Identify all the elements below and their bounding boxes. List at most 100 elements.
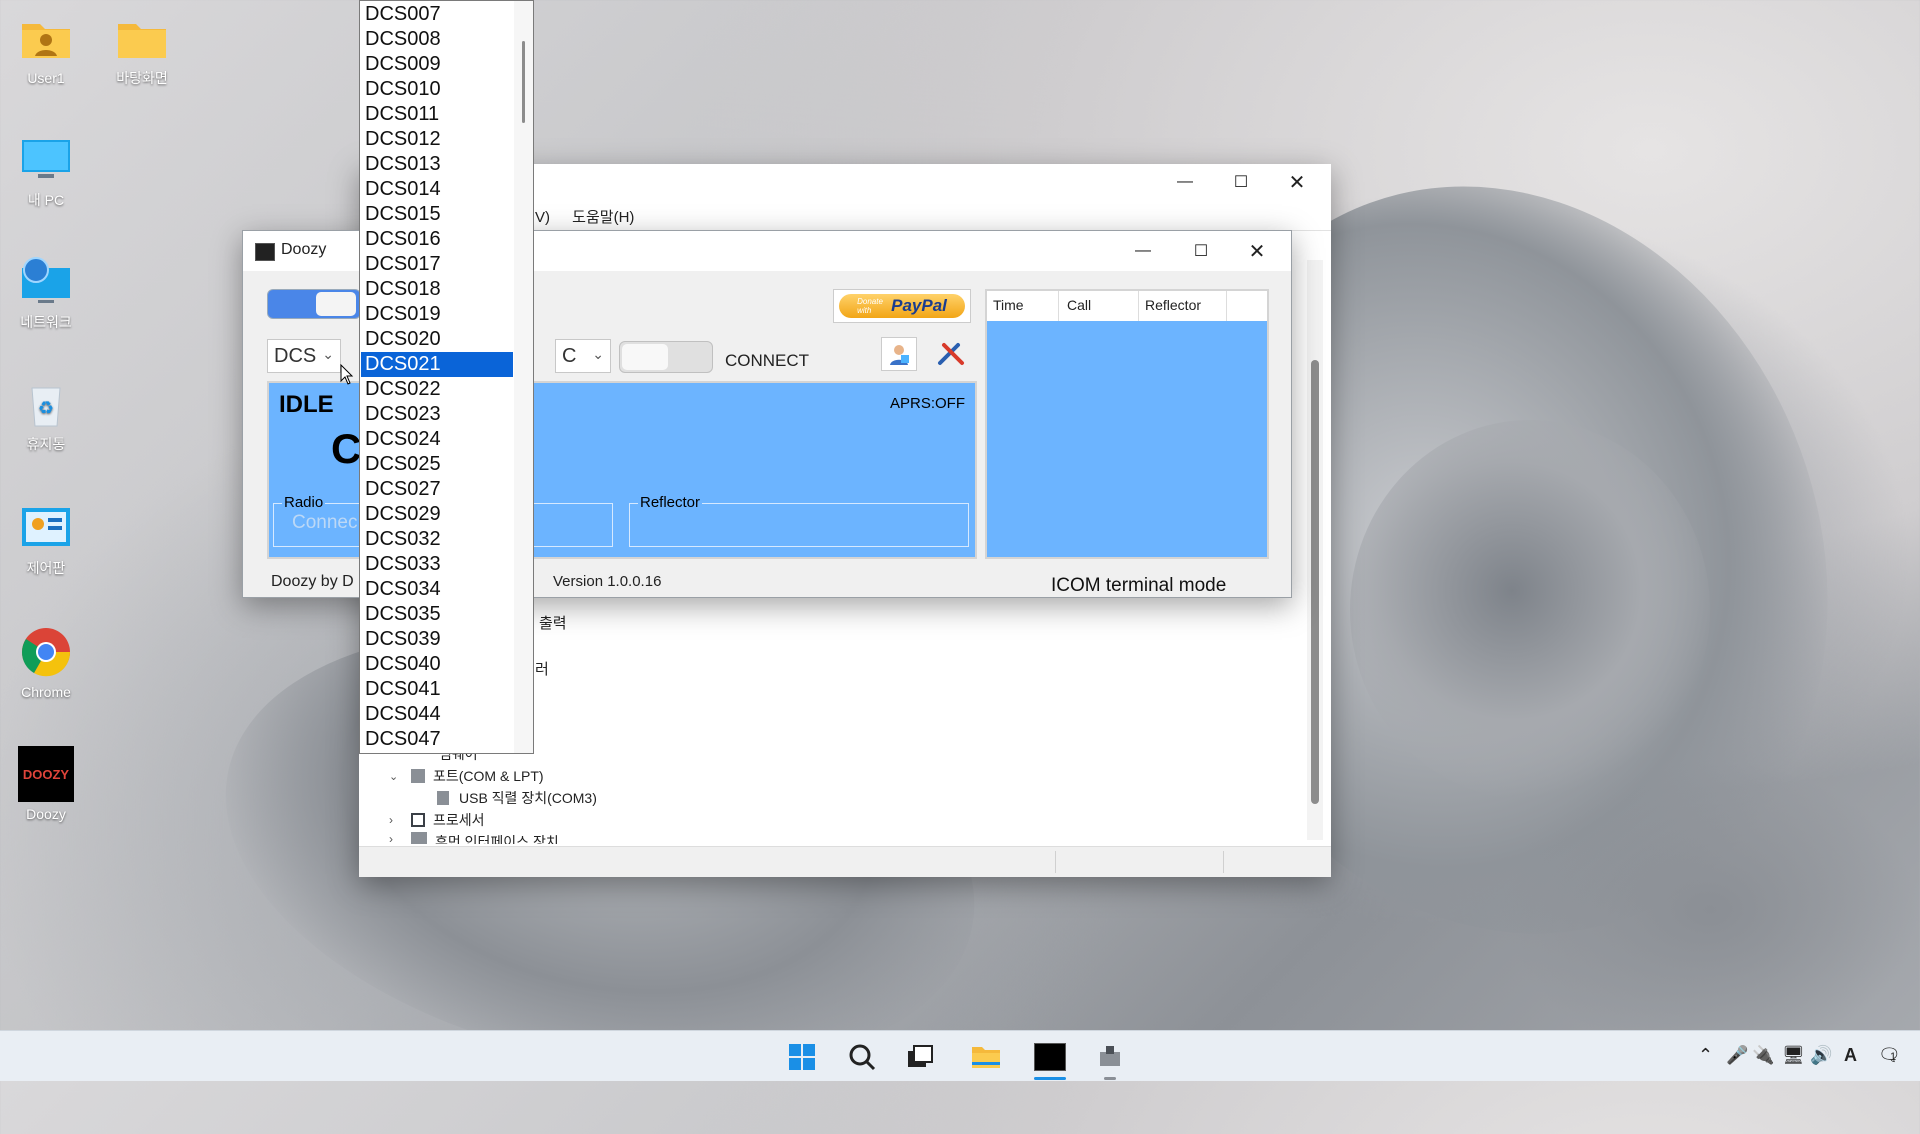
desktop-icon-control-panel[interactable]: 제어판: [4, 500, 88, 576]
dropdown-option[interactable]: DCS010: [361, 77, 513, 102]
user-icon: [890, 345, 909, 365]
tree-item-partial-output[interactable]: 출력: [539, 612, 567, 633]
power-plug-icon[interactable]: 🔌: [1752, 1045, 1774, 1066]
version-label: Version 1.0.0.16: [553, 573, 662, 590]
dropdown-option[interactable]: DCS007: [361, 2, 513, 27]
dropdown-option[interactable]: DCS024: [361, 427, 513, 452]
dropdown-option[interactable]: DCS008: [361, 27, 513, 52]
dropdown-option[interactable]: DCS022: [361, 377, 513, 402]
recycle-bin-icon: ♻: [18, 376, 74, 432]
column-header-call[interactable]: Call: [1059, 291, 1139, 321]
task-view-button[interactable]: [900, 1039, 940, 1075]
tree-item-usb-serial[interactable]: USB 직렬 장치(COM3): [437, 788, 597, 808]
dropdown-option[interactable]: DCS014: [361, 177, 513, 202]
ime-indicator[interactable]: A: [1844, 1045, 1857, 1066]
dropdown-option[interactable]: DCS023: [361, 402, 513, 427]
dropdown-option[interactable]: DCS018: [361, 277, 513, 302]
scrollbar-thumb[interactable]: [522, 41, 525, 123]
dropdown-option[interactable]: DCS027: [361, 477, 513, 502]
close-button[interactable]: ✕: [1269, 164, 1325, 200]
module-letter: C: [331, 425, 362, 472]
minimize-button[interactable]: —: [1115, 233, 1171, 269]
dropdown-option[interactable]: DCS020: [361, 327, 513, 352]
desktop-icon-doozy[interactable]: DOOZY Doozy: [4, 746, 88, 822]
menu-help[interactable]: 도움말(H): [572, 209, 634, 226]
dropdown-items: DCS007 DCS008 DCS009 DCS010 DCS011 DCS012 DCS0…: [361, 2, 513, 752]
dropdown-option[interactable]: DCS040: [361, 652, 513, 677]
mouse-cursor: [340, 363, 354, 391]
column-header-time[interactable]: Time: [987, 291, 1059, 321]
folder-icon: [972, 1047, 1000, 1068]
dropdown-option[interactable]: DCS034: [361, 577, 513, 602]
dropdown-scrollbar[interactable]: [514, 1, 533, 753]
connect-toggle[interactable]: [619, 341, 713, 373]
dropdown-option[interactable]: DCS032: [361, 527, 513, 552]
start-button[interactable]: [782, 1039, 822, 1075]
chevron-down-icon[interactable]: ⌄: [389, 770, 403, 783]
dropdown-option[interactable]: DCS021: [361, 352, 513, 377]
reflector-dropdown-list[interactable]: DCS007 DCS008 DCS009 DCS010 DCS011 DCS012 DCS0…: [359, 0, 534, 754]
dropdown-option[interactable]: DCS041: [361, 677, 513, 702]
dropdown-option[interactable]: DCS013: [361, 152, 513, 177]
chevron-right-icon[interactable]: ›: [389, 832, 403, 844]
desktop-icon-recycle-bin[interactable]: ♻ 휴지통: [4, 376, 88, 452]
network-status-icon[interactable]: 🖥: [1782, 1045, 1805, 1066]
control-panel-icon: [18, 500, 74, 556]
power-toggle[interactable]: [267, 289, 361, 319]
tree-item-ports[interactable]: ⌄ 포트(COM & LPT): [389, 766, 544, 786]
log-table[interactable]: Time Call Reflector: [985, 289, 1269, 559]
dropdown-option[interactable]: DCS015: [361, 202, 513, 227]
dropdown-option[interactable]: DCS019: [361, 302, 513, 327]
desktop-icon-chrome[interactable]: Chrome: [4, 624, 88, 700]
port-icon: [411, 769, 425, 783]
menu-view-partial[interactable]: V): [535, 209, 550, 226]
device-manager-taskbar-button[interactable]: [1090, 1039, 1130, 1080]
svg-text:♻: ♻: [38, 398, 54, 418]
dropdown-option[interactable]: DCS039: [361, 627, 513, 652]
column-header-reflector[interactable]: Reflector: [1139, 291, 1227, 321]
footer-credit: Doozy by D: [271, 573, 354, 590]
desktop-icon-network[interactable]: 네트워크: [4, 254, 88, 330]
show-hidden-icons-button[interactable]: ⌃: [1698, 1045, 1713, 1066]
dropdown-option[interactable]: DCS044: [361, 702, 513, 727]
dropdown-option[interactable]: DCS011: [361, 102, 513, 127]
dropdown-option[interactable]: DCS035: [361, 602, 513, 627]
device-manager-icon: [1100, 1046, 1120, 1066]
radio-label: Radio: [282, 494, 326, 511]
maximize-button[interactable]: ☐: [1213, 164, 1269, 200]
search-button[interactable]: [842, 1039, 882, 1075]
vertical-scrollbar[interactable]: [1307, 260, 1323, 840]
microphone-icon[interactable]: 🎤: [1726, 1045, 1748, 1066]
desktop-icon-my-pc[interactable]: 내 PC: [4, 132, 88, 208]
tools-button[interactable]: [931, 337, 971, 371]
paypal-donate-button[interactable]: Donate with PayPal: [833, 289, 971, 323]
chevron-right-icon[interactable]: ›: [389, 813, 403, 827]
dropdown-option[interactable]: DCS017: [361, 252, 513, 277]
tree-item-partial-2[interactable]: 러: [535, 658, 549, 679]
doozy-taskbar-button[interactable]: [1026, 1039, 1074, 1080]
dropdown-option[interactable]: DCS012: [361, 127, 513, 152]
user-settings-button[interactable]: [881, 337, 917, 371]
desktop-icon-user1[interactable]: User1: [4, 10, 88, 86]
file-explorer-button[interactable]: [966, 1039, 1006, 1075]
module-select[interactable]: C ⌄: [555, 339, 611, 373]
tree-item-label: USB 직렬 장치(COM3): [459, 790, 597, 806]
windows-icon: [789, 1044, 815, 1070]
dropdown-option[interactable]: DCS025: [361, 452, 513, 477]
dropdown-option[interactable]: DCS016: [361, 227, 513, 252]
dropdown-option[interactable]: DCS047: [361, 727, 513, 752]
close-button[interactable]: ✕: [1229, 233, 1285, 269]
volume-icon[interactable]: 🔊: [1810, 1045, 1832, 1066]
dropdown-option[interactable]: DCS033: [361, 552, 513, 577]
desktop-icon-desktop-folder[interactable]: 바탕화면: [100, 10, 184, 86]
notification-button[interactable]: 🗨 1: [1878, 1045, 1901, 1066]
minimize-button[interactable]: —: [1157, 164, 1213, 200]
mode-select[interactable]: DCS ⌄: [267, 339, 341, 373]
scrollbar-thumb[interactable]: [1311, 360, 1319, 804]
dropdown-option[interactable]: DCS009: [361, 52, 513, 77]
tree-item-hid[interactable]: › 휴먼 인터페이스 장치: [389, 832, 559, 844]
maximize-button[interactable]: ☐: [1173, 233, 1229, 269]
tree-item-processor[interactable]: › 프로세서: [389, 810, 485, 830]
doozy-icon: [1034, 1043, 1066, 1071]
dropdown-option[interactable]: DCS029: [361, 502, 513, 527]
